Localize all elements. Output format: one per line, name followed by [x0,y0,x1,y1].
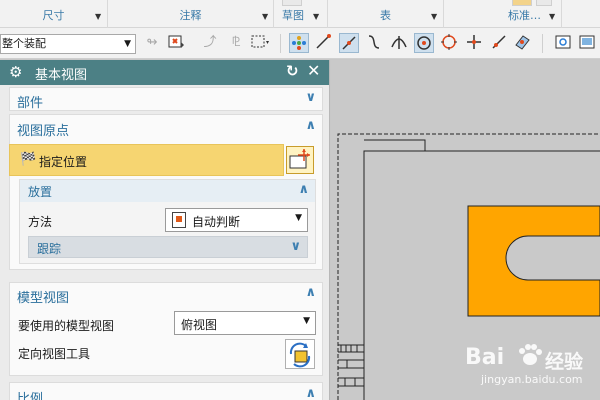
chevron-down-icon[interactable]: ▼ [295,213,302,223]
dialog-title: 基本视图 [35,68,88,83]
ribbon-group-sketch[interactable]: 草图 ▼ [274,0,328,28]
selection-scope-value: 整个装配 [2,37,46,50]
model-view-value: 俯视图 [181,318,218,332]
tracking-subsection[interactable]: 跟踪 ∨ [28,236,308,258]
selection-toolbar: 整个装配 ▼ ↬ ⤴ ⅊ [0,28,600,59]
quadrant-point-icon[interactable] [439,33,459,53]
chevron-down-icon[interactable]: ▼ [262,13,268,21]
chevron-up-icon[interactable]: ∧ [305,285,316,300]
toolbar-separator [542,34,543,53]
title-block [338,344,364,387]
method-value: 自动判断 [192,215,241,229]
snap-disabled-icon[interactable]: ↬ [142,33,162,53]
tree-disabled-icon[interactable]: ⅊ [226,33,246,53]
model-view-dropdown[interactable]: 俯视图 ▼ [174,311,316,335]
on-curve-icon[interactable] [489,33,509,53]
watermark: Bai 经验 jingyan.baidu.com [461,333,599,393]
reset-icon[interactable]: ↻ [286,62,299,80]
section-title: 模型视图 [17,291,70,306]
gear-icon[interactable]: ⚙ [9,63,22,81]
view-preview [467,205,600,317]
infer-icon [172,212,186,228]
chevron-down-icon[interactable]: ▼ [549,13,555,21]
link-disabled-icon[interactable]: ⤴ [200,33,220,53]
model-view-label: 要使用的模型视图 [18,319,115,333]
snap-point-icon[interactable] [289,33,309,53]
section-scale[interactable]: 比例 ∧ [9,382,323,400]
method-label: 方法 [28,215,53,229]
selection-scope-dropdown[interactable]: 整个装配 ▼ [0,34,136,54]
surface-point-icon[interactable] [512,33,532,53]
point-locate-icon [289,149,310,169]
image-icon[interactable] [577,33,597,53]
mid-point-icon[interactable] [339,33,359,53]
placement-header[interactable]: 放置 ∧ [20,180,315,202]
method-dropdown[interactable]: 自动判断 ▼ [165,208,308,232]
chevron-down-icon[interactable]: ▼ [431,13,437,21]
chevron-down-icon[interactable]: ▼ [303,316,310,326]
ribbon-stub [512,0,532,6]
chevron-down-icon[interactable]: ∨ [305,90,316,105]
specify-location-label: 指定位置 [39,155,88,169]
section-title: 比例 [17,392,44,400]
end-point-icon[interactable] [313,33,333,53]
watermark-name: 经验 [545,351,584,373]
ribbon-group-bar: 尺寸 ▼ 注释 ▼ 草图 ▼ 表 ▼ 标准… ▼ [0,0,600,28]
watermark-logo: Bai [465,345,505,370]
rectangle-select-icon[interactable] [250,33,270,53]
section-title: 部件 [17,96,44,111]
watermark-url: jingyan.baidu.com [481,373,583,386]
placement-subsection: 放置 ∧ 方法 自动判断 ▼ 跟踪 ∨ [19,179,316,264]
ribbon-group-standard-tools[interactable]: 标准… ▼ [504,0,562,28]
chevron-down-icon[interactable]: ∨ [290,239,301,254]
center-point-icon[interactable] [414,33,434,53]
paw-icon [519,344,542,365]
selection-filter-icon[interactable] [166,33,186,53]
ribbon-group-annotation[interactable]: 注释 ▼ [108,0,274,28]
ribbon-stub [536,0,552,6]
chevron-down-icon[interactable]: ▼ [124,35,131,53]
chevron-up-icon[interactable]: ∧ [305,386,316,400]
section-title: 视图原点 [17,124,70,139]
chevron-up-icon[interactable]: ∧ [305,118,316,133]
ribbon-stub [282,0,302,6]
base-view-dialog: ⚙ 基本视图 ↻ ✕ 部件 ∨ 视图原点 ∧ 🏁 指定位置 放置 ∧ 方法 自动… [0,60,330,400]
specify-location-row[interactable]: 🏁 指定位置 [9,144,284,176]
section-part[interactable]: 部件 ∨ [9,87,323,111]
view-icon[interactable] [553,33,573,53]
ribbon-group-dimension[interactable]: 尺寸 ▼ [0,0,108,28]
toolbar-separator [280,34,281,53]
ribbon-group-table[interactable]: 表 ▼ [328,0,444,28]
close-icon[interactable]: ✕ [307,61,320,80]
ribbon-group-standard[interactable] [444,0,504,28]
checkered-flag-icon: 🏁 [20,152,37,167]
curve-point-icon[interactable] [364,33,384,53]
dialog-header: ⚙ 基本视图 ↻ ✕ [0,60,329,85]
chevron-up-icon[interactable]: ∧ [298,182,309,197]
tracking-title: 跟踪 [37,242,62,256]
crosshair-icon[interactable] [464,33,484,53]
chevron-down-icon[interactable]: ▼ [313,13,319,21]
chevron-down-icon[interactable]: ▼ [95,13,101,21]
orient-view-icon [289,342,311,368]
orient-view-tool-button[interactable] [285,339,315,369]
intersection-icon[interactable] [389,33,409,53]
specify-location-button[interactable] [286,146,314,174]
drawing-canvas[interactable]: Bai 经验 jingyan.baidu.com [331,60,600,400]
placement-title: 放置 [28,185,53,199]
orient-tool-label: 定向视图工具 [18,347,91,361]
